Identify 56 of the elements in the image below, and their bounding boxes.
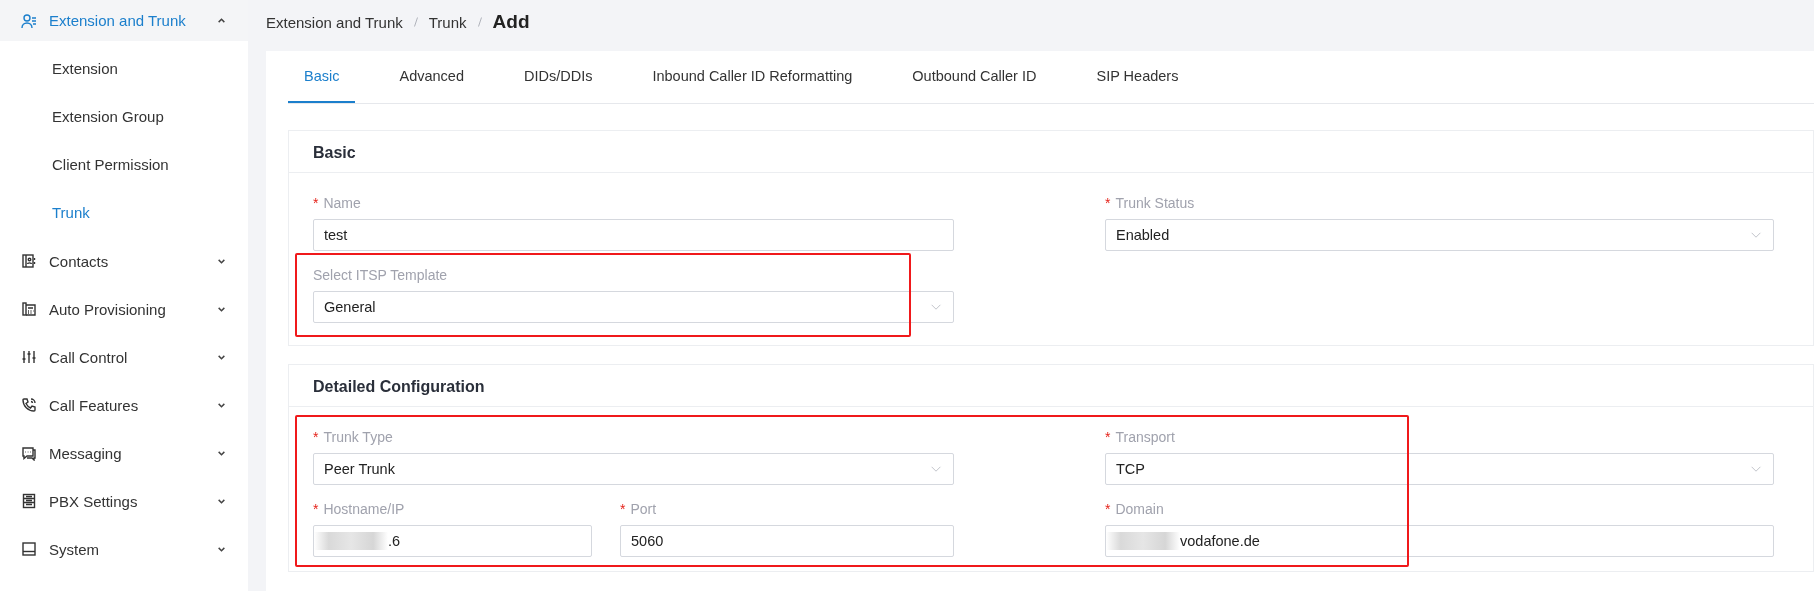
sidebar-item[interactable]: Contacts bbox=[0, 237, 248, 285]
phone-icon bbox=[21, 397, 37, 413]
field-label: Hostname/IP bbox=[323, 501, 405, 517]
tab[interactable]: DIDs/DDIs bbox=[507, 51, 609, 103]
sidebar-subitem[interactable]: Trunk bbox=[0, 189, 248, 237]
field-label: Select ITSP Template bbox=[313, 267, 448, 283]
tab[interactable]: Advanced bbox=[383, 51, 480, 103]
required-mark: * bbox=[313, 501, 319, 517]
input-field[interactable]: .6 bbox=[313, 525, 592, 557]
sidebar-item[interactable]: System bbox=[0, 525, 248, 573]
sidebar-item[interactable]: Call Control bbox=[0, 333, 248, 381]
sidebar-item[interactable]: PBX Settings bbox=[0, 477, 248, 525]
field-label: Name bbox=[323, 195, 361, 211]
input-field[interactable]: 5060 bbox=[620, 525, 954, 557]
separator-icon bbox=[476, 16, 483, 28]
sidebar-subitem[interactable]: Client Permission bbox=[0, 141, 248, 189]
contact-book-icon bbox=[21, 253, 37, 269]
user-list-icon bbox=[21, 12, 37, 29]
server-icon bbox=[21, 493, 37, 509]
tab[interactable]: SIP Headers bbox=[1080, 51, 1195, 103]
breadcrumb-link[interactable]: Trunk bbox=[428, 13, 467, 31]
sidebar-item[interactable]: Auto Provisioning bbox=[0, 285, 248, 333]
section-title: Basic bbox=[289, 131, 1813, 173]
field-label: Transport bbox=[1115, 429, 1175, 445]
tab[interactable]: Inbound Caller ID Reformatting bbox=[636, 51, 869, 103]
select-field[interactable]: TCP bbox=[1105, 453, 1774, 485]
sidebar-item[interactable]: Extension and Trunk bbox=[0, 0, 248, 41]
field-label: Domain bbox=[1115, 501, 1164, 517]
sliders-icon bbox=[21, 349, 37, 365]
select-field[interactable]: General bbox=[313, 291, 954, 323]
tab[interactable]: Basic bbox=[288, 51, 356, 103]
required-mark: * bbox=[1105, 429, 1111, 445]
required-mark: * bbox=[313, 195, 319, 211]
field-label: Port bbox=[630, 501, 657, 517]
tab[interactable]: Outbound Caller ID bbox=[896, 51, 1053, 103]
phone-device-icon bbox=[21, 301, 37, 317]
required-mark: * bbox=[620, 501, 626, 517]
chat-bubble-icon bbox=[21, 445, 37, 461]
page-title: Add bbox=[492, 11, 530, 33]
field-label: Trunk Type bbox=[323, 429, 393, 445]
separator-icon bbox=[412, 16, 419, 28]
sidebar-subitem[interactable]: Extension Group bbox=[0, 93, 248, 141]
monitor-icon bbox=[21, 541, 37, 557]
input-field[interactable]: vodafone.de bbox=[1105, 525, 1774, 557]
select-field[interactable]: Peer Trunk bbox=[313, 453, 954, 485]
field-label: Trunk Status bbox=[1115, 195, 1195, 211]
section-title: Detailed Configuration bbox=[289, 365, 1813, 407]
required-mark: * bbox=[1105, 195, 1111, 211]
sidebar-item[interactable]: Messaging bbox=[0, 429, 248, 477]
breadcrumb-link[interactable]: Extension and Trunk bbox=[266, 13, 403, 31]
required-mark: * bbox=[313, 429, 319, 445]
input-field[interactable]: test bbox=[313, 219, 954, 251]
sidebar-subitem[interactable]: Extension bbox=[0, 45, 248, 93]
sidebar-item[interactable]: Call Features bbox=[0, 381, 248, 429]
select-field[interactable]: Enabled bbox=[1105, 219, 1774, 251]
required-mark: * bbox=[1105, 501, 1111, 517]
